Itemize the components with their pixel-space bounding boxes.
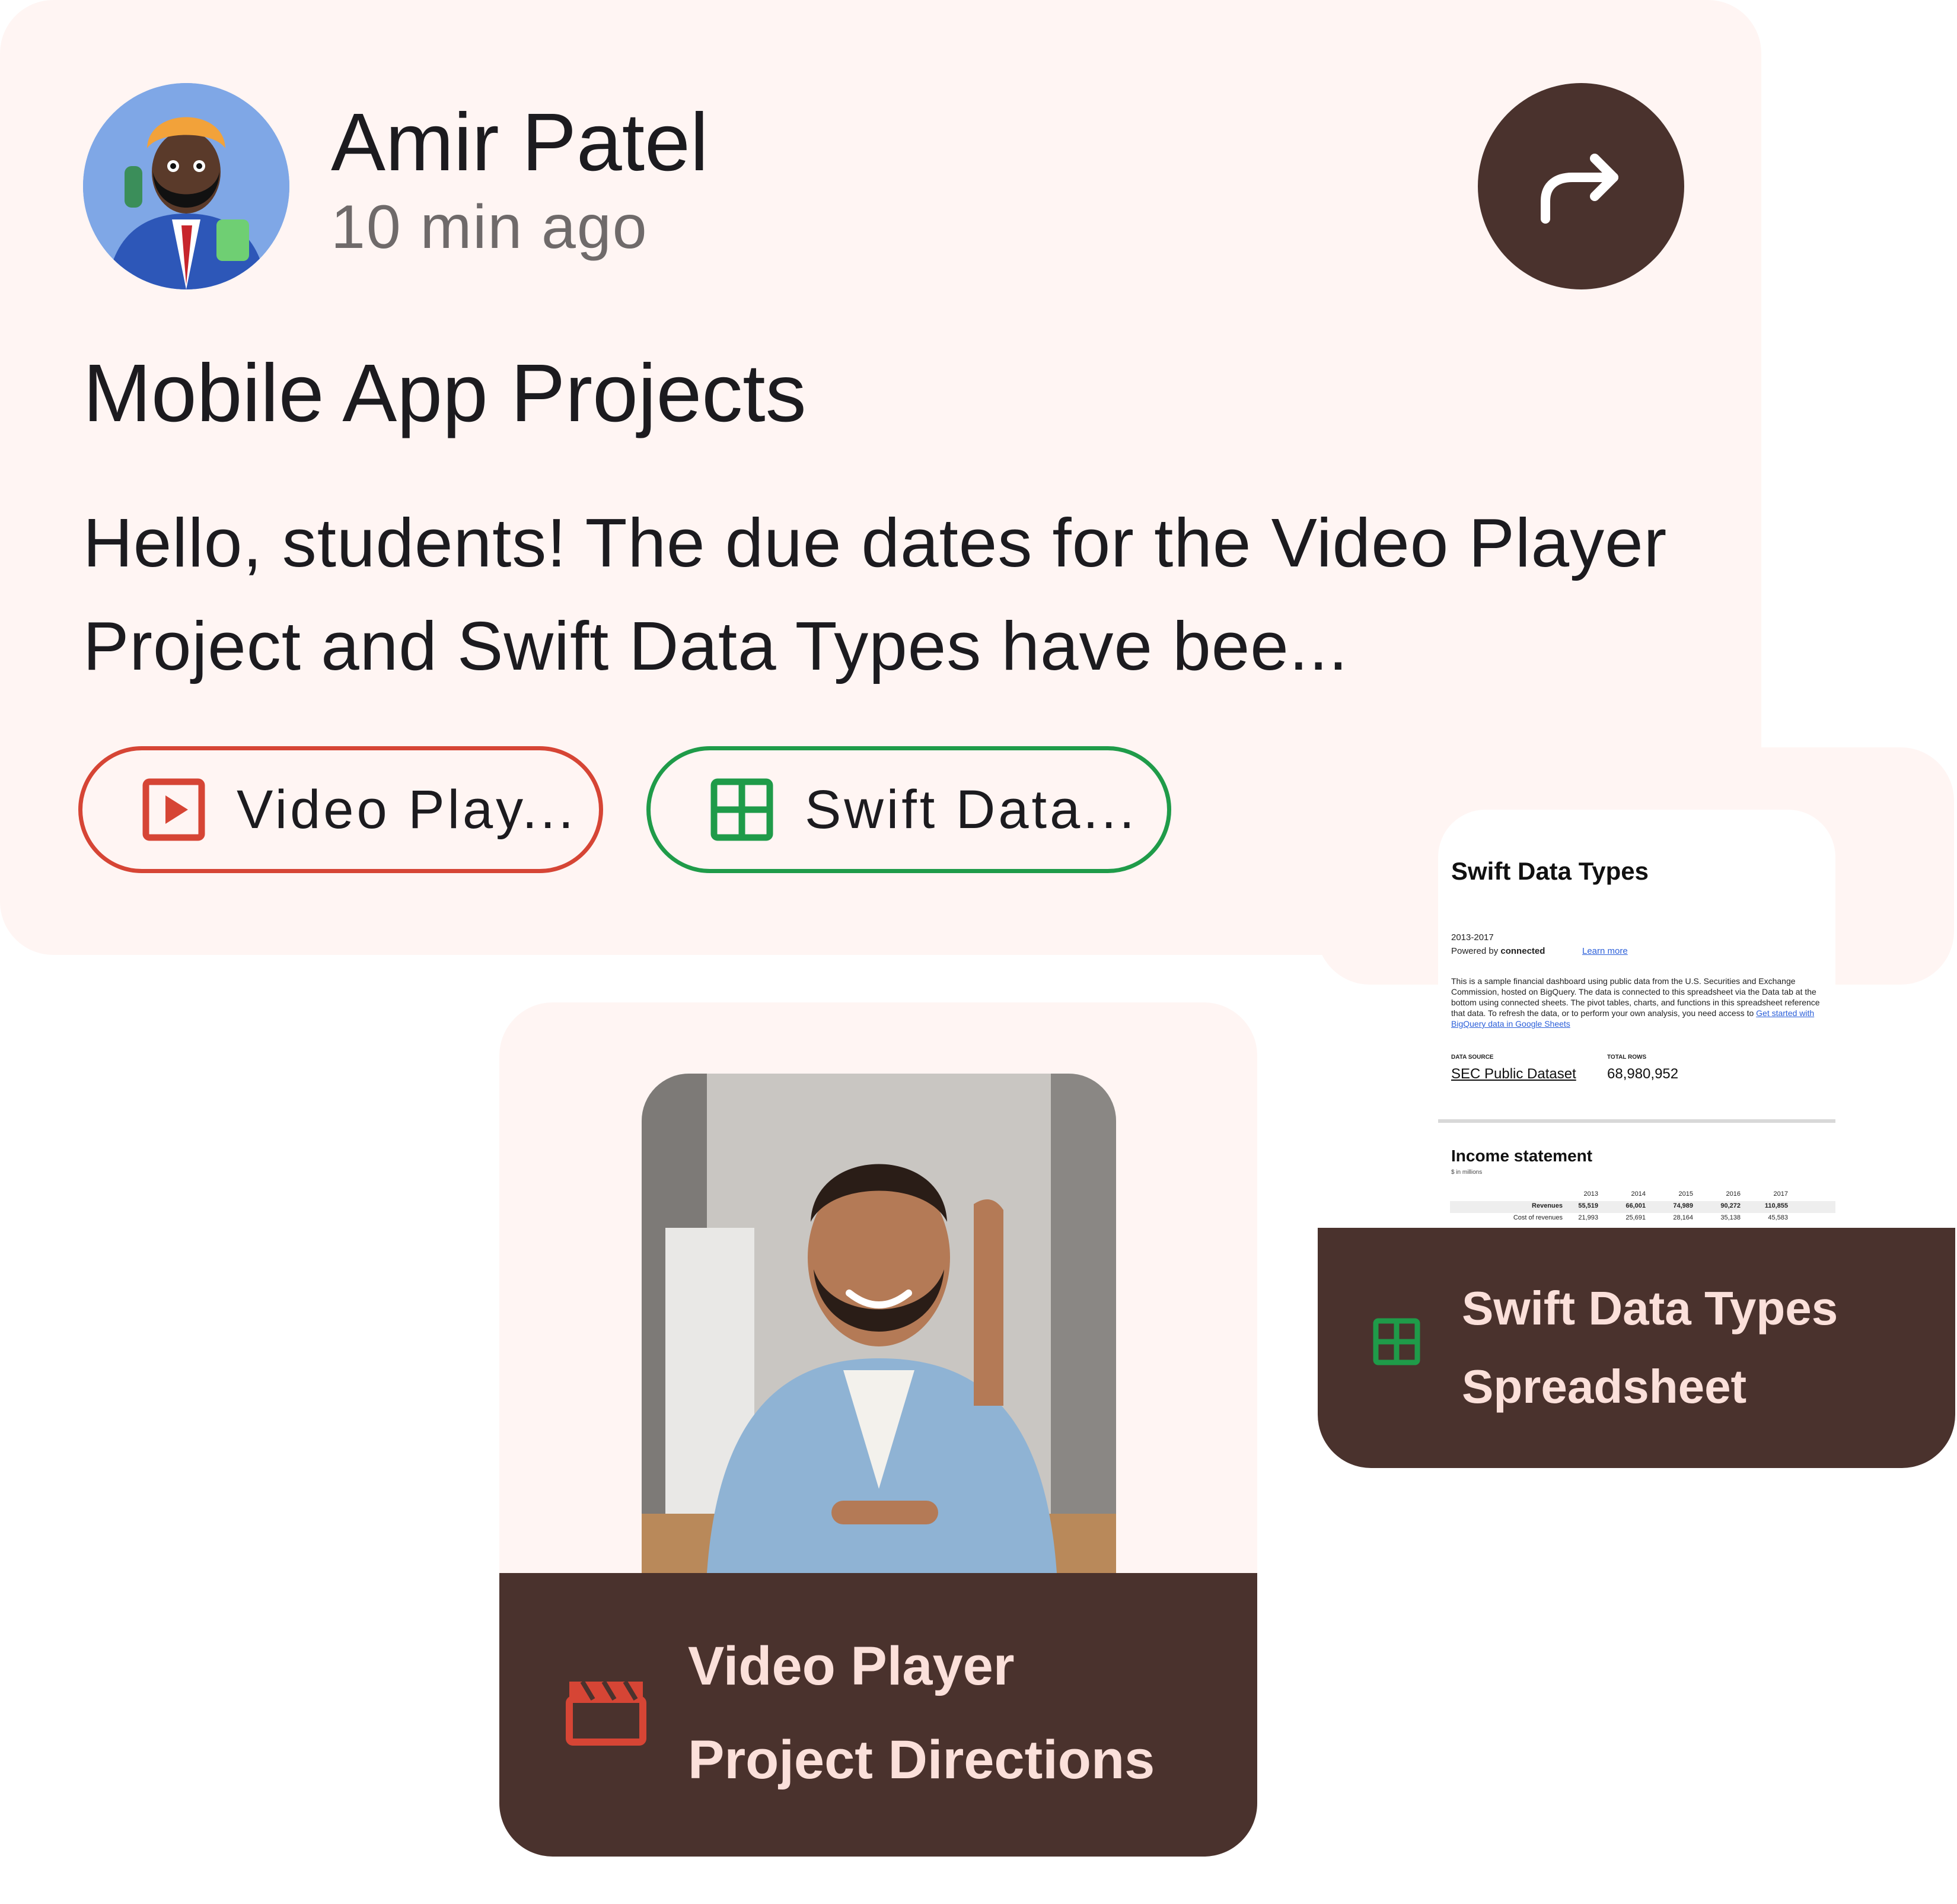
- spreadsheet-title-line2: Spreadsheet: [1462, 1360, 1747, 1413]
- video-thumbnail-image: [642, 1074, 1116, 1573]
- clapperboard-icon: [566, 1680, 646, 1746]
- row-label: Cost of revenues: [1513, 1214, 1563, 1221]
- video-chip-label: Video Play...: [237, 779, 577, 840]
- year-header: 2017: [1773, 1190, 1788, 1198]
- share-button[interactable]: [1478, 83, 1684, 289]
- powered-prefix: Powered by: [1451, 946, 1499, 956]
- post-body: Hello, students! The due dates for the V…: [83, 504, 1668, 684]
- income-table-header: 2013 2014 2015 2016 2017: [1450, 1189, 1835, 1201]
- row-label: Revenues: [1532, 1202, 1563, 1209]
- post-title: Mobile App Projects: [83, 348, 807, 439]
- table-cell: 25,691: [1625, 1214, 1646, 1221]
- avatar-illustration: [83, 83, 289, 289]
- table-row: Revenues 55,519 66,001 74,989 90,272 110…: [1450, 1201, 1835, 1213]
- avatar[interactable]: [83, 83, 289, 289]
- income-statement-sub: $ in millions: [1451, 1169, 1483, 1176]
- spreadsheet-grid-icon: [1373, 1318, 1420, 1365]
- preview-powered-by: Powered by connected: [1451, 946, 1545, 956]
- powered-bold: connected: [1500, 946, 1545, 956]
- video-attachment-card[interactable]: Video Player Project Directions: [499, 1002, 1257, 1857]
- table-cell: 28,164: [1673, 1214, 1693, 1221]
- video-attachment-title: Video Player Project Directions: [688, 1619, 1222, 1807]
- preview-paragraph: This is a sample financial dashboard usi…: [1451, 976, 1831, 1029]
- table-cell: 110,855: [1764, 1202, 1788, 1209]
- learn-more-link[interactable]: Learn more: [1582, 946, 1628, 956]
- spreadsheet-grid-icon: [710, 778, 773, 841]
- video-title-line1: Video Player: [688, 1636, 1015, 1696]
- table-row: Cost of revenues 21,993 25,691 28,164 35…: [1450, 1213, 1835, 1225]
- share-arrow-icon: [1541, 154, 1618, 224]
- table-cell: 35,138: [1720, 1214, 1741, 1221]
- table-cell: 66,001: [1625, 1202, 1646, 1209]
- table-cell: 74,989: [1673, 1202, 1693, 1209]
- table-cell: 45,583: [1768, 1214, 1788, 1221]
- spreadsheet-attachment-chip[interactable]: Swift Data...: [646, 746, 1171, 873]
- income-table: 2013 2014 2015 2016 2017 Revenues 55,519…: [1450, 1189, 1835, 1225]
- spreadsheet-attachment-title: Swift Data Types Spreadsheet: [1462, 1269, 1913, 1426]
- data-source-label: DATA SOURCE: [1451, 1054, 1494, 1061]
- video-title-line2: Project Directions: [688, 1730, 1155, 1790]
- video-thumbnail[interactable]: [642, 1074, 1116, 1573]
- total-rows-label: TOTAL ROWS: [1607, 1054, 1647, 1061]
- table-cell: 55,519: [1578, 1202, 1598, 1209]
- spreadsheet-chip-label: Swift Data...: [805, 779, 1137, 840]
- video-play-icon: [142, 778, 205, 841]
- data-source-value: SEC Public Dataset: [1451, 1066, 1576, 1082]
- table-cell: 90,272: [1720, 1202, 1741, 1209]
- preview-years: 2013-2017: [1451, 932, 1494, 943]
- year-header: 2014: [1631, 1190, 1646, 1198]
- table-cell: 21,993: [1578, 1214, 1598, 1221]
- preview-title: Swift Data Types: [1451, 857, 1649, 885]
- video-attachment-chip[interactable]: Video Play...: [78, 746, 603, 873]
- preview-divider: [1438, 1119, 1835, 1123]
- spreadsheet-title-line1: Swift Data Types: [1462, 1282, 1838, 1335]
- year-header: 2015: [1678, 1190, 1693, 1198]
- author-name: Amir Patel: [331, 97, 709, 188]
- post-timestamp: 10 min ago: [331, 193, 648, 262]
- spreadsheet-preview[interactable]: Swift Data Types 2013-2017 Powered by co…: [1438, 810, 1835, 1228]
- income-statement-heading: Income statement: [1451, 1147, 1593, 1165]
- year-header: 2013: [1583, 1190, 1598, 1198]
- year-header: 2016: [1726, 1190, 1741, 1198]
- total-rows-value: 68,980,952: [1607, 1066, 1679, 1082]
